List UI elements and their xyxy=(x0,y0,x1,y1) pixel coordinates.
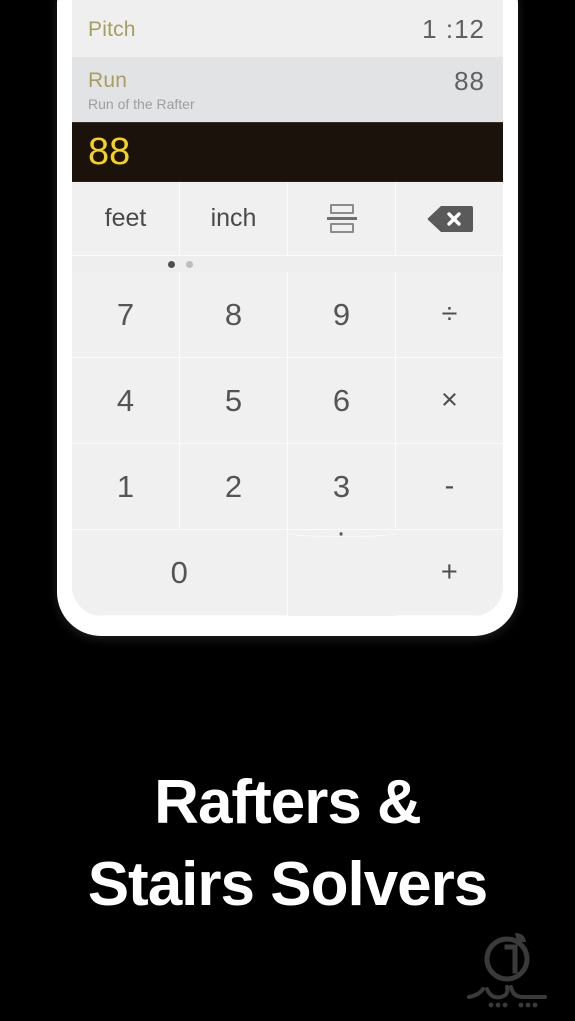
feet-key-label: feet xyxy=(104,204,147,232)
sibapp-logo-icon xyxy=(467,933,547,1008)
key-8-label: 8 xyxy=(224,296,243,332)
result-value-pitch: 1 :12 xyxy=(422,14,485,44)
keypad-pagination[interactable] xyxy=(72,256,503,272)
pagination-dot-2[interactable] xyxy=(185,260,193,268)
key-2-label: 2 xyxy=(224,468,243,504)
result-label-pitch: Pitch xyxy=(88,18,136,41)
key-5[interactable]: 5 xyxy=(180,358,288,444)
backspace-icon xyxy=(427,205,473,233)
pagination-dot-1[interactable] xyxy=(167,260,175,268)
key-5-label: 5 xyxy=(224,382,243,418)
promo-caption: Rafters & Stairs Solvers xyxy=(0,762,575,926)
key-4[interactable]: 4 xyxy=(72,358,180,444)
keypad-row-2: 4 5 6 × xyxy=(72,358,503,444)
backspace-key[interactable] xyxy=(396,182,503,256)
fraction-numerator-box xyxy=(329,204,354,214)
keypad-row-1: 7 8 9 ÷ xyxy=(72,272,503,358)
keypad-row-3: 1 2 3 - xyxy=(72,444,503,530)
result-row-pitch[interactable]: Pitch 1 :12 xyxy=(72,0,503,58)
function-key-row: feet inch xyxy=(72,182,503,256)
numeric-keypad: 7 8 9 ÷ 4 5 6 × 1 2 3 - 0 · + xyxy=(72,272,503,616)
fraction-key[interactable] xyxy=(288,182,396,256)
promo-caption-line-2: Stairs Solvers xyxy=(87,850,489,919)
key-9[interactable]: 9 xyxy=(288,272,396,358)
key-decimal-label: · xyxy=(336,516,346,549)
key-1-label: 1 xyxy=(116,468,135,504)
result-row-run[interactable]: Run 88 Run of the Rafter xyxy=(72,58,503,122)
key-7-label: 7 xyxy=(116,296,135,332)
result-label-run: Run xyxy=(88,69,128,92)
calculator-display[interactable]: 88 xyxy=(72,122,503,182)
key-2[interactable]: 2 xyxy=(180,444,288,530)
key-plus-label: + xyxy=(440,556,458,588)
key-minus[interactable]: - xyxy=(396,444,503,530)
promo-caption-line-1: Rafters & xyxy=(154,768,422,837)
fraction-denominator-box xyxy=(329,223,354,233)
keypad-row-4: 0 · + xyxy=(72,517,503,616)
inch-key[interactable]: inch xyxy=(180,182,288,256)
key-0-label: 0 xyxy=(170,554,188,590)
fraction-icon xyxy=(326,201,357,237)
key-decimal[interactable]: · xyxy=(287,517,396,549)
key-3-label: 3 xyxy=(332,468,351,504)
key-divide-label: ÷ xyxy=(441,298,458,330)
key-6[interactable]: 6 xyxy=(288,358,396,444)
key-minus-label: - xyxy=(444,470,455,502)
key-6-label: 6 xyxy=(332,382,351,418)
key-8[interactable]: 8 xyxy=(180,272,288,358)
key-multiply-label: × xyxy=(441,384,458,416)
key-multiply[interactable]: × xyxy=(396,358,503,444)
key-1[interactable]: 1 xyxy=(72,444,180,530)
result-value-run: 88 xyxy=(454,66,485,96)
key-0[interactable]: 0 xyxy=(72,530,288,616)
key-4-label: 4 xyxy=(116,382,135,418)
key-9-label: 9 xyxy=(332,296,351,332)
fraction-bar xyxy=(326,217,357,220)
key-divide[interactable]: ÷ xyxy=(396,272,503,358)
display-value: 88 xyxy=(88,131,131,173)
inch-key-label: inch xyxy=(210,204,257,232)
sibapp-watermark xyxy=(453,925,561,1013)
key-7[interactable]: 7 xyxy=(72,272,180,358)
result-sublabel-run: Run of the Rafter xyxy=(88,96,195,112)
feet-key[interactable]: feet xyxy=(72,182,180,256)
phone-screen: Pitch 1 :12 Run 88 Run of the Rafter 88 … xyxy=(72,0,503,616)
key-plus[interactable]: + xyxy=(395,530,503,616)
